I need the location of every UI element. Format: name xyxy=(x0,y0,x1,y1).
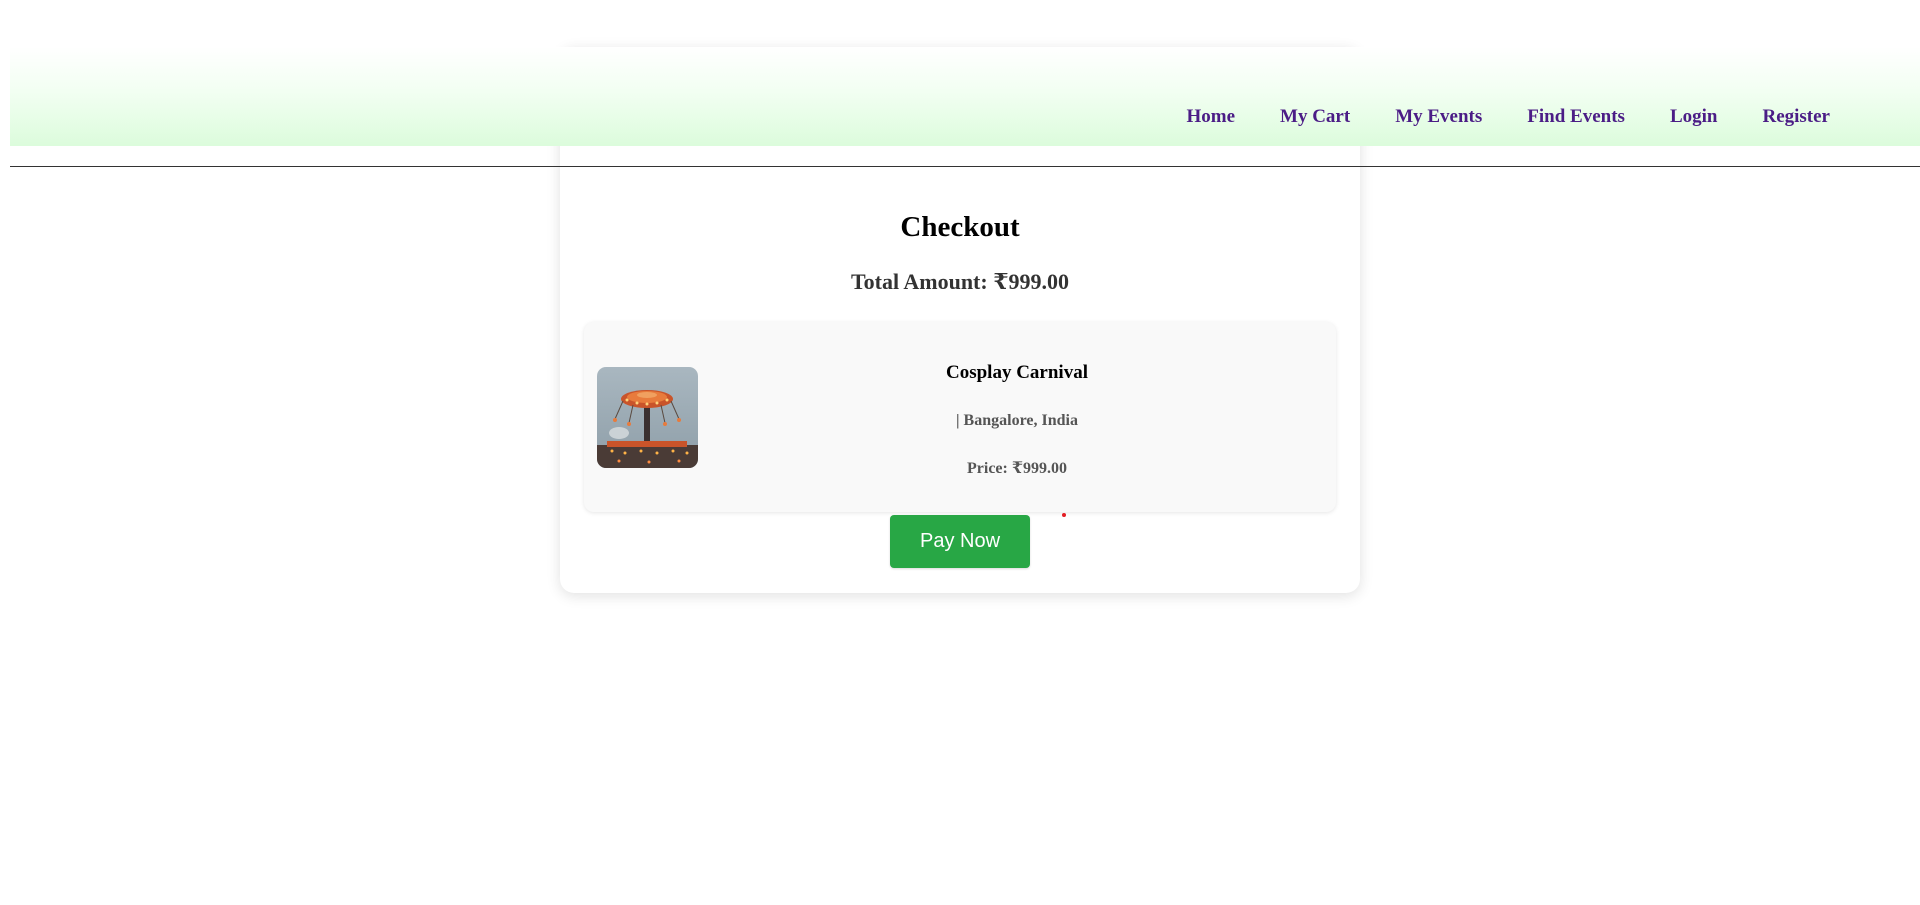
nav-my-events[interactable]: My Events xyxy=(1395,106,1482,128)
event-name: Cosplay Carnival xyxy=(946,362,1088,383)
carnival-image xyxy=(597,367,698,468)
header-divider xyxy=(10,166,1920,167)
total-amount: Total Amount: ₹999.00 xyxy=(560,269,1360,295)
price-value: ₹999.00 xyxy=(1011,460,1067,477)
event-thumbnail xyxy=(597,367,698,468)
total-amount-value: ₹999.00 xyxy=(993,269,1070,294)
nav-login[interactable]: Login xyxy=(1670,106,1718,128)
checkout-title: Checkout xyxy=(900,211,1020,243)
nav-my-cart[interactable]: My Cart xyxy=(1280,106,1350,128)
pay-now-button[interactable]: Pay Now xyxy=(890,515,1030,568)
price-label: Price: xyxy=(967,460,1008,477)
nav-home[interactable]: Home xyxy=(1186,106,1235,128)
cart-item-card: Cosplay Carnival | Bangalore, India Pric… xyxy=(584,322,1336,512)
event-location: | Bangalore, India xyxy=(956,412,1078,429)
nav-register[interactable]: Register xyxy=(1762,106,1830,128)
total-amount-label: Total Amount: xyxy=(850,269,988,294)
event-price: Price: ₹999.00 xyxy=(698,458,1336,478)
main-nav: Home My Cart My Events Find Events Login… xyxy=(1186,106,1830,128)
item-details: Cosplay Carnival | Bangalore, India Pric… xyxy=(698,322,1336,512)
cursor-marker xyxy=(1062,513,1066,517)
site-header: Home My Cart My Events Find Events Login… xyxy=(10,47,1920,146)
nav-find-events[interactable]: Find Events xyxy=(1527,106,1625,128)
